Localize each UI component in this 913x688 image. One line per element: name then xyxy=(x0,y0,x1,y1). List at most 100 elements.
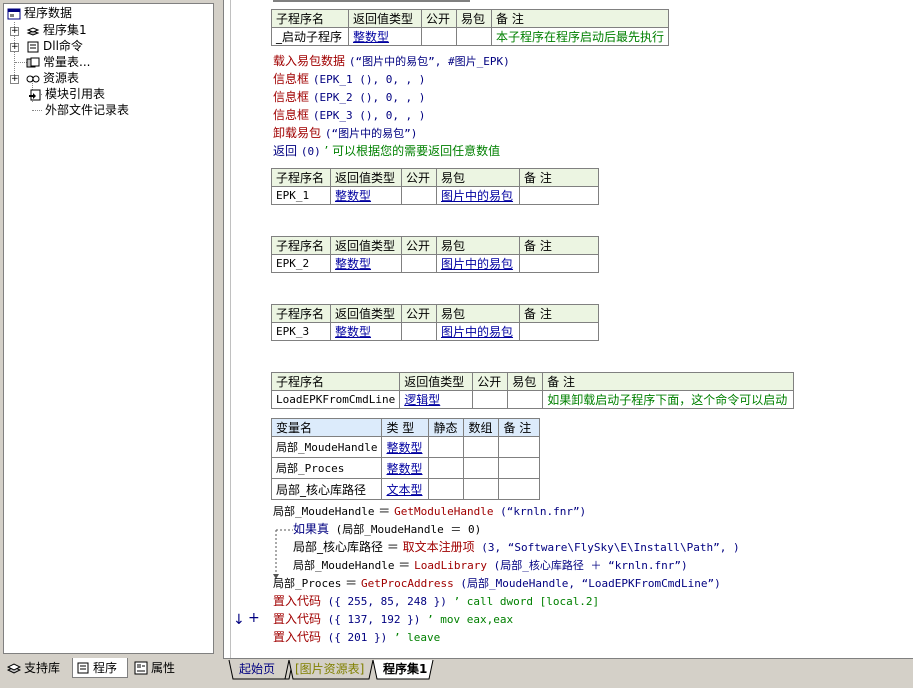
code-comment: ’ mov eax,eax xyxy=(420,613,514,626)
code-line[interactable]: 局部_核心库路径 ＝ 取文本注册项 (3, “Software\FlySky\E… xyxy=(293,538,740,556)
command-args: (EPK_1 (), 0, , ) xyxy=(312,73,426,86)
remark-cell[interactable] xyxy=(498,436,541,458)
remark-cell[interactable]: 如果卸载启动子程序下面，这个命令可以启动 xyxy=(542,390,795,409)
expand-toggle-resources[interactable]: + xyxy=(10,75,19,84)
tab-support-library[interactable]: 支持库 xyxy=(4,658,70,678)
ret-type-cell[interactable]: 整数型 xyxy=(330,254,402,273)
module-icon xyxy=(29,89,41,100)
tree-item-external-files[interactable]: 外部文件记录表 xyxy=(45,102,129,118)
code-line[interactable]: 如果真 (局部_MoudeHandle ＝ 0) xyxy=(293,520,481,538)
hdr-ret-type: 返回值类型 xyxy=(330,168,402,187)
function-name: 取文本注册项 xyxy=(402,540,475,554)
sub-name-cell[interactable]: EPK_1 xyxy=(271,186,331,205)
project-tree[interactable]: 程序数据 + 程序集1 + Dll命令 常量表... + 资源表 模块引用表 外… xyxy=(3,3,214,654)
code-line[interactable]: 返回 (0) ’ 可以根据您的需要返回任意数值 xyxy=(273,142,500,160)
static-cell[interactable] xyxy=(428,478,465,500)
epk-cell[interactable]: 图片中的易包 xyxy=(436,186,520,205)
operator: ＝ xyxy=(341,576,361,590)
epk-cell[interactable]: 图片中的易包 xyxy=(436,254,520,273)
public-cell[interactable] xyxy=(472,390,509,409)
public-cell[interactable] xyxy=(421,27,457,46)
array-cell[interactable] xyxy=(463,478,500,500)
editor-gutter xyxy=(223,0,231,658)
hdr-epk: 易包 xyxy=(436,236,520,255)
command-args: (“图片中的易包”) xyxy=(324,127,418,140)
tree-item-dll[interactable]: Dll命令 xyxy=(26,38,83,54)
tab-assembly1[interactable]: 程序集1 xyxy=(373,659,435,679)
sub-name-cell[interactable]: EPK_2 xyxy=(271,254,331,273)
public-cell[interactable] xyxy=(401,322,437,341)
remark-cell[interactable] xyxy=(498,457,541,479)
hdr-sub-name: 子程序名 xyxy=(271,304,331,323)
ret-type-cell[interactable]: 整数型 xyxy=(348,27,422,46)
ret-type-cell[interactable]: 整数型 xyxy=(330,186,402,205)
remark-cell[interactable] xyxy=(519,186,599,205)
remark-cell[interactable] xyxy=(498,478,541,500)
public-cell[interactable] xyxy=(401,186,437,205)
tree-item-label: 模块引用表 xyxy=(45,87,106,101)
command-args: (局部_MoudeHandle ＝ 0) xyxy=(329,523,482,536)
var-name-cell[interactable]: 局部_核心库路径 xyxy=(270,478,383,500)
remark-cell[interactable] xyxy=(519,254,599,273)
remark-cell[interactable]: 本子程序在程序启动后最先执行 xyxy=(490,27,670,46)
command-args: (局部_核心库路径 ＋ “krnln.fnr”) xyxy=(486,559,688,572)
expand-toggle-dll[interactable]: + xyxy=(10,43,19,52)
code-line[interactable]: 载入易包数据 (“图片中的易包”, #图片_EPK) xyxy=(273,52,510,70)
public-cell[interactable] xyxy=(401,254,437,273)
sub-table-loadepk: 子程序名 返回值类型 公开 易包 备 注 LoadEPKFromCmdLine … xyxy=(270,372,795,409)
tree-item-module-refs[interactable]: 模块引用表 xyxy=(28,86,105,102)
code-line[interactable]: 信息框 (EPK_1 (), 0, , ) xyxy=(273,70,425,88)
tab-program[interactable]: 程序 xyxy=(72,658,128,678)
var-type-cell[interactable]: 整数型 xyxy=(381,436,430,458)
tab-properties[interactable]: 属性 xyxy=(131,658,187,678)
add-line-icon[interactable]: + xyxy=(248,610,260,626)
code-line[interactable]: 置入代码 ({ 137, 192 }) ’ mov eax,eax xyxy=(273,610,513,628)
dll-icon xyxy=(27,41,39,52)
tab-start-page[interactable]: 起始页 xyxy=(229,659,283,679)
code-line[interactable]: 信息框 (EPK_3 (), 0, , ) xyxy=(273,106,425,124)
tree-item-label: 程序集1 xyxy=(43,23,87,37)
code-editor[interactable]: 子程序名 返回值类型 公开 易包 备 注 _启动子程序 整数型 本子程序在程序启… xyxy=(231,0,913,658)
var-name-cell[interactable]: 局部_MoudeHandle xyxy=(270,436,383,458)
variable-name: 局部_MoudeHandle xyxy=(273,505,375,518)
tree-root[interactable]: 程序数据 xyxy=(7,5,72,21)
variable-name: 局部_Proces xyxy=(273,577,342,590)
hdr-sub-name: 子程序名 xyxy=(271,168,331,187)
hdr-static: 静态 xyxy=(428,418,465,437)
hdr-ret-type: 返回值类型 xyxy=(399,372,474,391)
code-line[interactable]: 局部_Proces ＝ GetProcAddress (局部_MoudeHand… xyxy=(273,574,721,592)
epk-cell[interactable] xyxy=(456,27,492,46)
sub-name-cell[interactable]: LoadEPKFromCmdLine xyxy=(270,390,401,409)
remark-cell[interactable] xyxy=(519,322,599,341)
hdr-sub-name: 子程序名 xyxy=(271,236,331,255)
sub-table-epk1: 子程序名 返回值类型 公开 易包 备 注 EPK_1 整数型 图片中的易包 xyxy=(271,168,599,205)
sub-name-cell[interactable]: _启动子程序 xyxy=(271,27,349,46)
resource-icon xyxy=(26,75,40,82)
code-line[interactable]: 局部_MoudeHandle ＝ LoadLibrary (局部_核心库路径 ＋… xyxy=(293,556,688,574)
ret-type-cell[interactable]: 逻辑型 xyxy=(399,390,474,409)
tree-item-constants[interactable]: 常量表... xyxy=(26,54,90,70)
code-line[interactable]: 置入代码 ({ 255, 85, 248 }) ’ call dword [lo… xyxy=(273,592,599,610)
static-cell[interactable] xyxy=(428,436,465,458)
ret-type-cell[interactable]: 整数型 xyxy=(330,322,402,341)
code-line[interactable]: 局部_MoudeHandle ＝ GetModuleHandle (“krnln… xyxy=(273,502,586,520)
document-tab-bar: 起始页 [图片资源表] 程序集1 xyxy=(223,658,913,680)
code-line[interactable]: 卸载易包 (“图片中的易包”) xyxy=(273,124,417,142)
var-type-cell[interactable]: 整数型 xyxy=(381,457,430,479)
var-type-cell[interactable]: 文本型 xyxy=(381,478,430,500)
tab-image-resources[interactable]: [图片资源表] xyxy=(285,659,372,679)
code-line[interactable]: 信息框 (EPK_2 (), 0, , ) xyxy=(273,88,425,106)
code-line[interactable]: 置入代码 ({ 201 }) ’ leave xyxy=(273,628,440,646)
tree-item-resources[interactable]: 资源表 xyxy=(26,70,79,86)
tree-item-assembly[interactable]: 程序集1 xyxy=(26,22,87,38)
current-line-arrow-icon: ↓ xyxy=(233,612,245,628)
epk-cell[interactable] xyxy=(507,390,544,409)
sub-name-cell[interactable]: EPK_3 xyxy=(271,322,331,341)
array-cell[interactable] xyxy=(463,457,500,479)
command-name: 信息框 xyxy=(273,108,310,122)
static-cell[interactable] xyxy=(428,457,465,479)
array-cell[interactable] xyxy=(463,436,500,458)
epk-cell[interactable]: 图片中的易包 xyxy=(436,322,520,341)
var-name-cell[interactable]: 局部_Proces xyxy=(270,457,383,479)
expand-toggle-assembly[interactable]: + xyxy=(10,27,19,36)
